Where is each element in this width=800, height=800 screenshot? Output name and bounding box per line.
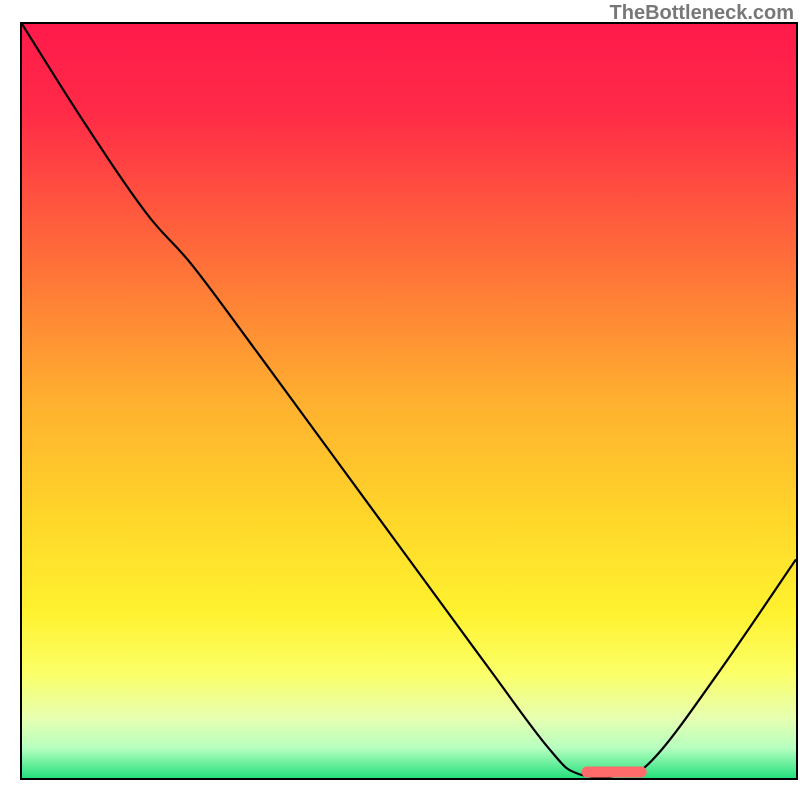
plot-area <box>22 24 796 778</box>
gradient-bg <box>22 24 796 778</box>
chart-frame: TheBottleneck.com <box>0 0 800 800</box>
